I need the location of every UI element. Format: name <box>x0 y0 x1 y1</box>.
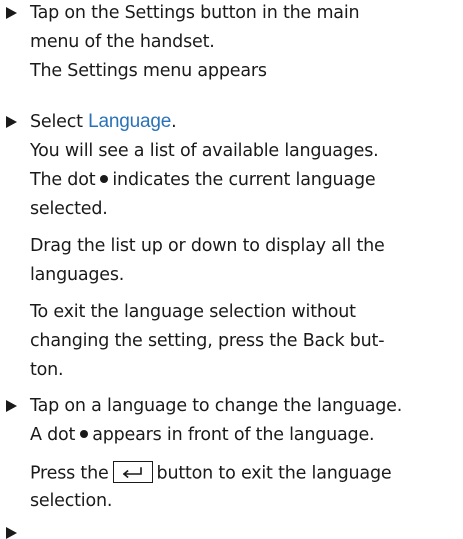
step-2-line-selected: selected. <box>30 199 108 219</box>
bullet-arrow-icon <box>6 7 17 19</box>
language-keyword: Language <box>88 111 172 132</box>
step-3-line-1: Tap on a language to change the language… <box>30 396 403 416</box>
back-arrow-icon <box>122 467 142 479</box>
dot-icon <box>100 175 109 183</box>
select-prefix: Select <box>30 112 89 132</box>
instruction-page: Tap on the Settings button in the main m… <box>0 0 463 539</box>
key-line-prefix: Press the <box>30 463 109 484</box>
step-3-dot-line: A dot appears in front of the language. <box>30 424 375 446</box>
back-key-icon <box>112 461 153 483</box>
bullet-arrow-icon <box>6 400 17 412</box>
key-line-suffix: button to exit the language <box>156 463 392 484</box>
dot-line-prefix: A dot <box>30 425 76 445</box>
step-1-line-3: The Settings menu appears <box>30 61 267 81</box>
step-2-select-line: Select Language. <box>30 111 177 133</box>
step-2-line-drag-1: Drag the list up or down to display all … <box>30 236 385 256</box>
step-3-key-line-2: selection. <box>30 491 113 511</box>
bullet-arrow-icon <box>6 527 17 539</box>
dot-line-suffix: appears in front of the language. <box>92 425 375 445</box>
dot-line-suffix: indicates the current language <box>112 170 376 190</box>
step-1-line-2: menu of the handset. <box>30 32 215 52</box>
step-2-line-drag-2: languages. <box>30 265 125 285</box>
step-2-line-1: You will see a list of available languag… <box>30 141 379 161</box>
step-3-key-line: Press the button to exit the language <box>30 461 392 484</box>
step-2-line-exit-3: ton. <box>30 360 64 380</box>
select-suffix: . <box>171 112 177 132</box>
step-2-line-exit-2: changing the setting, press the Back but… <box>30 331 385 351</box>
bullet-arrow-icon <box>6 116 17 128</box>
dot-line-prefix: The dot <box>30 170 96 190</box>
step-2-dot-line: The dot indicates the current language <box>30 169 376 191</box>
step-2-line-exit-1: To exit the language selection without <box>30 302 356 322</box>
dot-icon <box>80 430 89 438</box>
step-1-line-1: Tap on the Settings button in the main <box>30 3 360 23</box>
